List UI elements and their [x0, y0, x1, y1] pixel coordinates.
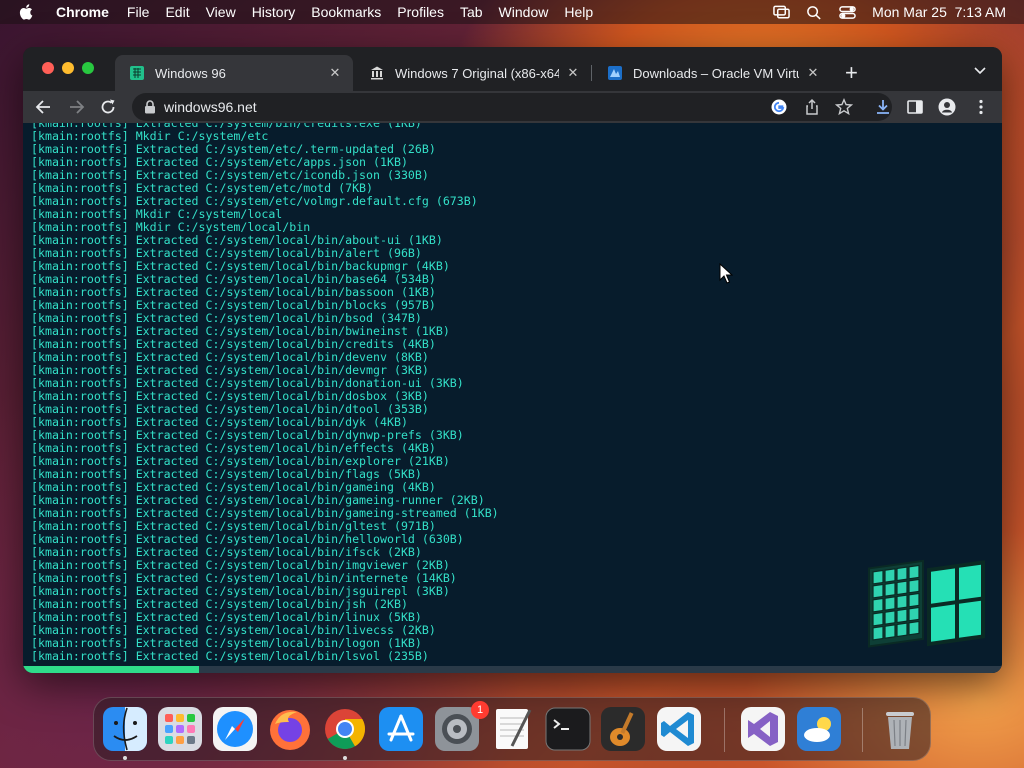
menu-tab[interactable]: Tab [452, 4, 491, 20]
tab-title: Windows 7 Original (x86-x64) [395, 65, 559, 81]
menu-view[interactable]: View [198, 4, 244, 20]
terminal-line: [kmain:rootfs] Extracted C:/system/local… [31, 649, 429, 663]
boot-progress-bar [23, 666, 1002, 673]
menu-app-chrome[interactable]: Chrome [50, 4, 119, 20]
menu-bar-clock[interactable]: Mon Mar 25 7:13 AM [872, 4, 1006, 20]
archive-icon [371, 66, 383, 80]
close-window-button[interactable] [42, 62, 54, 74]
menu-bookmarks[interactable]: Bookmarks [303, 4, 389, 20]
share-icon[interactable] [803, 98, 821, 116]
running-indicator [123, 756, 127, 760]
bookmark-star-icon[interactable] [835, 98, 853, 116]
zoom-window-button[interactable] [82, 62, 94, 74]
tab-windows-7-original[interactable]: Windows 7 Original (x86-x64) ✕ [355, 55, 592, 91]
close-tab-icon[interactable]: ✕ [327, 65, 343, 81]
menu-bar: Chrome File Edit View History Bookmarks … [0, 0, 1024, 24]
side-panel-icon[interactable] [906, 98, 924, 116]
browser-toolbar: windows96.net [23, 91, 1002, 123]
downloads-icon[interactable] [874, 98, 892, 116]
forward-arrow-icon[interactable] [66, 97, 86, 117]
dock: 1 [93, 697, 931, 761]
page-content[interactable]: [kmain:rootfs] Extracted C:/system/bin/c… [23, 123, 1002, 673]
finder-icon[interactable] [102, 706, 148, 752]
running-indicator [343, 756, 347, 760]
reload-icon[interactable] [98, 97, 118, 117]
weather-icon[interactable] [796, 706, 842, 752]
virtualbox-icon [608, 66, 622, 80]
visual-studio-icon[interactable] [740, 706, 786, 752]
profile-avatar-icon[interactable] [938, 98, 956, 116]
tab-search-chevron-down-icon[interactable] [973, 63, 987, 77]
garageband-icon[interactable] [600, 706, 646, 752]
close-tab-icon[interactable]: ✕ [805, 65, 821, 81]
apple-menu-icon[interactable] [18, 3, 36, 21]
menu-history[interactable]: History [244, 4, 304, 20]
safari-icon[interactable] [212, 706, 258, 752]
tab-title: Windows 96 [155, 65, 226, 81]
menu-bar-extras: Mon Mar 25 7:13 AM [773, 0, 1006, 24]
boot-progress-fill [23, 666, 200, 673]
minimize-window-button[interactable] [62, 62, 74, 74]
menu-window[interactable]: Window [491, 4, 557, 20]
vscode-icon[interactable] [656, 706, 702, 752]
screen-mirroring-icon[interactable] [773, 5, 790, 20]
control-center-icon[interactable] [839, 5, 856, 20]
notification-badge: 1 [471, 701, 489, 719]
menu-profiles[interactable]: Profiles [389, 4, 452, 20]
spotlight-search-icon[interactable] [806, 5, 823, 20]
terminal-icon[interactable] [545, 706, 591, 752]
firefox-icon[interactable] [267, 706, 313, 752]
textedit-icon[interactable] [490, 706, 536, 752]
back-arrow-icon[interactable] [34, 97, 54, 117]
windows96-logo-icon [868, 559, 985, 648]
address-bar[interactable]: windows96.net [132, 93, 892, 121]
trash-icon[interactable] [877, 706, 923, 752]
menu-file[interactable]: File [119, 4, 158, 20]
mouse-pointer-icon [719, 263, 733, 284]
chrome-icon[interactable] [322, 706, 368, 752]
tab-separator [591, 65, 592, 81]
dock-separator [862, 708, 863, 752]
launchpad-icon[interactable] [157, 706, 203, 752]
app-store-icon[interactable] [378, 706, 424, 752]
tab-title: Downloads – Oracle VM VirtualBox [633, 65, 799, 81]
menu-help[interactable]: Help [556, 4, 601, 20]
menu-edit[interactable]: Edit [157, 4, 197, 20]
boot-log-terminal[interactable]: [kmain:rootfs] Extracted C:/system/bin/c… [31, 123, 499, 663]
chrome-window: Windows 96 ✕ Windows 7 Original (x86-x64… [23, 47, 1002, 673]
lock-icon[interactable] [144, 100, 156, 114]
tab-windows-96[interactable]: Windows 96 ✕ [115, 55, 353, 91]
close-tab-icon[interactable]: ✕ [565, 65, 581, 81]
more-menu-icon[interactable] [972, 98, 990, 116]
google-lens-icon[interactable] [770, 98, 788, 116]
new-tab-button[interactable]: + [845, 62, 858, 84]
windows96-icon [130, 66, 144, 80]
address-url: windows96.net [164, 99, 257, 115]
tab-strip: Windows 96 ✕ Windows 7 Original (x86-x64… [23, 47, 1002, 91]
window-controls [42, 62, 94, 74]
dock-separator [724, 708, 725, 752]
tab-downloads-virtualbox[interactable]: Downloads – Oracle VM VirtualBox ✕ [593, 55, 831, 91]
